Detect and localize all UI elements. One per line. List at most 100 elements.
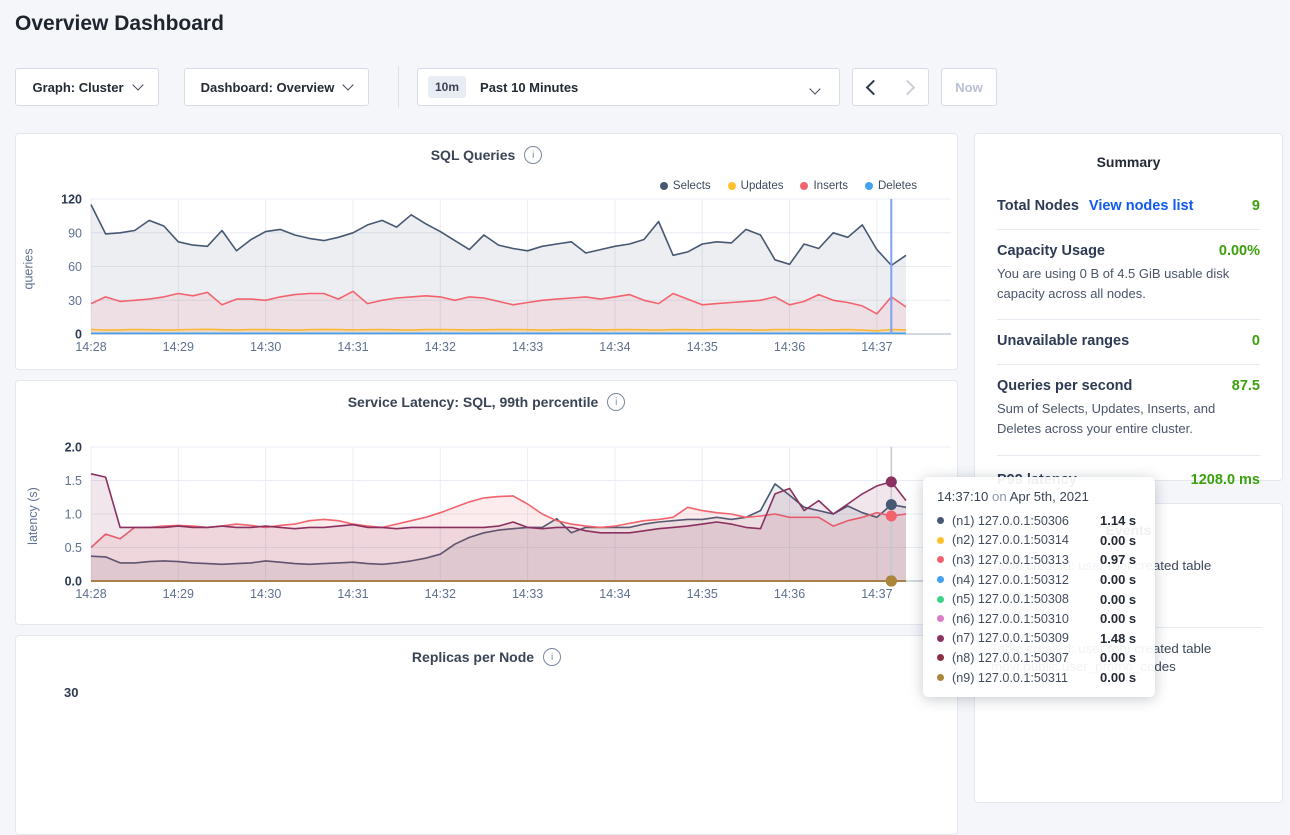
hover-point-dot — [886, 511, 897, 522]
node-latency-value: 0.00 s — [1100, 650, 1136, 665]
service-latency-chart-card: Service Latency: SQL, 99th percentile i … — [15, 380, 958, 625]
node-dot-icon — [937, 517, 944, 524]
p99-latency-value: 1208.0 ms — [1191, 472, 1260, 488]
time-prev-button[interactable] — [852, 68, 891, 106]
node-dot-icon — [937, 635, 944, 642]
x-tick-label: 14:37 — [861, 587, 892, 601]
x-tick-label: 14:30 — [250, 340, 281, 354]
chevron-down-icon — [809, 83, 820, 94]
x-tick-label: 14:33 — [512, 340, 543, 354]
now-button[interactable]: Now — [941, 68, 997, 106]
y-tick-label: 1.5 — [65, 474, 82, 488]
node-dot-icon — [937, 576, 944, 583]
graph-dropdown[interactable]: Graph: Cluster — [15, 68, 159, 106]
time-next-button[interactable] — [890, 68, 929, 106]
info-icon[interactable]: i — [543, 648, 561, 666]
queries-per-second-label: Queries per second — [997, 378, 1132, 394]
node-address: (n8) 127.0.0.1:50307 — [952, 651, 1100, 665]
time-range-selector[interactable]: 10m Past 10 Minutes — [417, 68, 840, 106]
tooltip-row-n4: (n4) 127.0.0.1:503120.00 s — [937, 570, 1141, 590]
tooltip-row-n6: (n6) 127.0.0.1:503100.00 s — [937, 609, 1141, 629]
tooltip-row-n9: (n9) 127.0.0.1:503110.00 s — [937, 668, 1141, 688]
capacity-usage-label: Capacity Usage — [997, 243, 1105, 259]
tooltip-row-n3: (n3) 127.0.0.1:503130.97 s — [937, 550, 1141, 570]
node-latency-value: 0.00 s — [1100, 592, 1136, 607]
chevron-down-icon — [343, 79, 354, 90]
summary-row-qps: Queries per second 87.5 — [997, 378, 1260, 394]
node-address: (n6) 127.0.0.1:50310 — [952, 612, 1100, 626]
dashboard-dropdown[interactable]: Dashboard: Overview — [184, 68, 369, 106]
dashboard-dropdown-label: Dashboard: Overview — [201, 80, 335, 95]
summary-panel: Summary Total Nodes View nodes list 9 Ca… — [974, 133, 1283, 481]
divider — [997, 319, 1260, 320]
hover-point-dot — [886, 499, 897, 510]
y-tick-label: 30 — [68, 294, 82, 308]
node-dot-icon — [937, 654, 944, 661]
x-tick-label: 14:35 — [687, 340, 718, 354]
node-latency-value: 0.00 s — [1100, 670, 1136, 685]
x-tick-label: 14:31 — [337, 340, 368, 354]
total-nodes-label: Total Nodes — [997, 198, 1079, 214]
controls-divider — [398, 66, 399, 108]
node-latency-value: 0.00 s — [1100, 572, 1136, 587]
graph-dropdown-label: Graph: Cluster — [32, 80, 123, 95]
capacity-usage-value: 0.00% — [1219, 243, 1260, 259]
x-tick-label: 14:28 — [75, 340, 106, 354]
hover-point-dot — [886, 576, 897, 587]
x-tick-label: 14:31 — [337, 587, 368, 601]
tooltip-time: 14:37:10 — [937, 489, 988, 504]
y-tick-label: 120 — [61, 193, 82, 207]
node-address: (n1) 127.0.0.1:50306 — [952, 514, 1100, 528]
summary-row-total-nodes: Total Nodes View nodes list 9 — [997, 198, 1260, 214]
summary-row-capacity: Capacity Usage 0.00% — [997, 243, 1260, 259]
unavailable-ranges-value: 0 — [1252, 333, 1260, 349]
summary-title: Summary — [975, 154, 1282, 170]
y-tick-label: 2.0 — [65, 441, 82, 455]
queries-per-second-value: 87.5 — [1232, 378, 1260, 394]
chevron-left-icon — [865, 79, 881, 95]
chart-title-replicas-per-node: Replicas per Node — [412, 649, 534, 665]
queries-per-second-description: Sum of Selects, Updates, Inserts, and De… — [997, 399, 1260, 439]
divider — [997, 455, 1260, 456]
tooltip-row-n2: (n2) 127.0.0.1:503140.00 s — [937, 531, 1141, 551]
chevron-down-icon — [132, 79, 143, 90]
tooltip-row-n1: (n1) 127.0.0.1:503061.14 s — [937, 511, 1141, 531]
x-tick-label: 14:29 — [163, 340, 194, 354]
tooltip-preposition: on — [992, 489, 1007, 504]
node-address: (n7) 127.0.0.1:50309 — [952, 631, 1100, 645]
y-tick-label: 0.5 — [65, 541, 82, 555]
x-tick-label: 14:29 — [163, 587, 194, 601]
x-tick-label: 14:34 — [599, 587, 630, 601]
unavailable-ranges-label: Unavailable ranges — [997, 333, 1129, 349]
sql-queries-plot[interactable]: 14:2814:2914:3014:3114:3214:3314:3414:35… — [16, 134, 959, 371]
view-nodes-list-link[interactable]: View nodes list — [1089, 198, 1194, 214]
x-tick-label: 14:28 — [75, 587, 106, 601]
tooltip-row-n8: (n8) 127.0.0.1:503070.00 s — [937, 648, 1141, 668]
x-tick-label: 14:30 — [250, 587, 281, 601]
time-range-label: Past 10 Minutes — [480, 80, 578, 95]
x-tick-label: 14:36 — [774, 340, 805, 354]
node-latency-value: 0.00 s — [1100, 611, 1136, 626]
node-dot-icon — [937, 596, 944, 603]
tooltip-timestamp: 14:37:10 on Apr 5th, 2021 — [937, 489, 1141, 504]
y-tick-label: 0.0 — [65, 575, 82, 589]
node-dot-icon — [937, 556, 944, 563]
node-latency-value: 1.14 s — [1100, 513, 1136, 528]
chart-hover-tooltip: 14:37:10 on Apr 5th, 2021 (n1) 127.0.0.1… — [923, 477, 1155, 697]
service-latency-plot[interactable]: 14:2814:2914:3014:3114:3214:3314:3414:35… — [16, 381, 959, 626]
node-dot-icon — [937, 615, 944, 622]
tooltip-row-n5: (n5) 127.0.0.1:503080.00 s — [937, 589, 1141, 609]
node-dot-icon — [937, 674, 944, 681]
node-address: (n4) 127.0.0.1:50312 — [952, 573, 1100, 587]
page-title: Overview Dashboard — [15, 12, 224, 36]
chevron-right-icon — [900, 79, 916, 95]
node-address: (n3) 127.0.0.1:50313 — [952, 553, 1100, 567]
y-tick-label: 60 — [68, 260, 82, 274]
replicas-per-node-chart-card: Replicas per Node i 30 — [15, 635, 958, 835]
y-tick-label: 1.0 — [65, 508, 82, 522]
capacity-usage-description: You are using 0 B of 4.5 GiB usable disk… — [997, 264, 1260, 304]
hover-point-dot — [886, 476, 897, 487]
sql-queries-chart-card: SQL Queries i Selects Updates Inserts De… — [15, 133, 958, 370]
node-dot-icon — [937, 537, 944, 544]
divider — [997, 229, 1260, 230]
